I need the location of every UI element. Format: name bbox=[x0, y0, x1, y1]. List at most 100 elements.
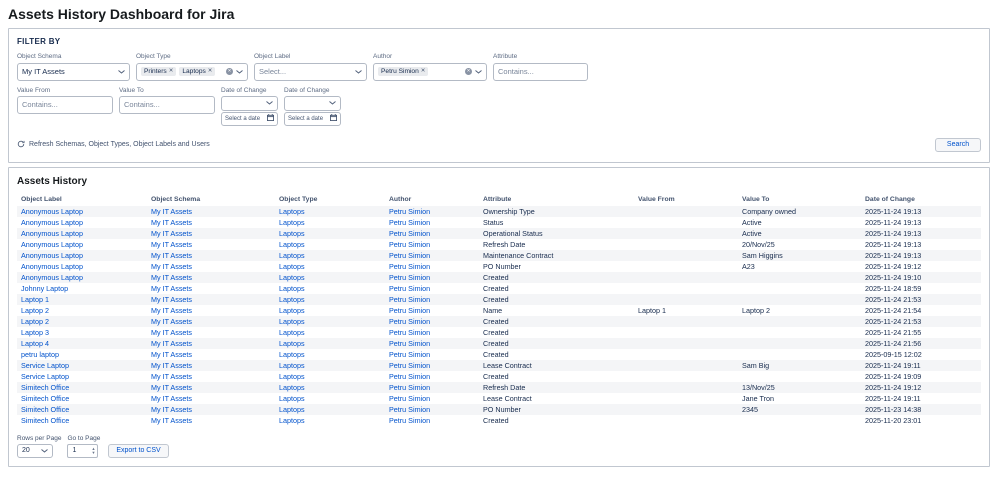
number-spinner[interactable]: ▲▼ bbox=[91, 447, 95, 454]
object-schema-link[interactable]: My IT Assets bbox=[151, 251, 192, 260]
object-label-select[interactable]: Select... bbox=[254, 63, 367, 81]
export-csv-button[interactable]: Export to CSV bbox=[108, 444, 168, 458]
object-schema-link[interactable]: My IT Assets bbox=[151, 273, 192, 282]
object-label-link[interactable]: Anonymous Laptop bbox=[21, 240, 83, 249]
object-label-link[interactable]: Simitech Office bbox=[21, 394, 69, 403]
author-link[interactable]: Petru Simion bbox=[389, 284, 430, 293]
object-schema-link[interactable]: My IT Assets bbox=[151, 416, 192, 425]
object-schema-select[interactable]: My IT Assets bbox=[17, 63, 130, 81]
object-label-link[interactable]: Laptop 2 bbox=[21, 317, 49, 326]
object-label-link[interactable]: Simitech Office bbox=[21, 416, 69, 425]
object-type-link[interactable]: Laptops bbox=[279, 207, 305, 216]
author-multiselect[interactable]: Petru Simion ✕ ✕ bbox=[373, 63, 487, 81]
object-type-link[interactable]: Laptops bbox=[279, 383, 305, 392]
clear-all-icon[interactable]: ✕ bbox=[465, 68, 472, 75]
object-schema-link[interactable]: My IT Assets bbox=[151, 350, 192, 359]
author-link[interactable]: Petru Simion bbox=[389, 273, 430, 282]
object-schema-link[interactable]: My IT Assets bbox=[151, 262, 192, 271]
rows-per-page-select[interactable]: 20 bbox=[17, 444, 53, 458]
object-type-multiselect[interactable]: Printers ✕ Laptops ✕ ✕ bbox=[136, 63, 248, 81]
object-schema-link[interactable]: My IT Assets bbox=[151, 394, 192, 403]
object-schema-link[interactable]: My IT Assets bbox=[151, 405, 192, 414]
author-link[interactable]: Petru Simion bbox=[389, 372, 430, 381]
object-type-link[interactable]: Laptops bbox=[279, 361, 305, 370]
refresh-link[interactable]: Refresh Schemas, Object Types, Object La… bbox=[17, 140, 210, 150]
object-schema-link[interactable]: My IT Assets bbox=[151, 284, 192, 293]
author-link[interactable]: Petru Simion bbox=[389, 361, 430, 370]
author-link[interactable]: Petru Simion bbox=[389, 207, 430, 216]
object-label-link[interactable]: Simitech Office bbox=[21, 383, 69, 392]
object-type-link[interactable]: Laptops bbox=[279, 405, 305, 414]
object-label-link[interactable]: Anonymous Laptop bbox=[21, 251, 83, 260]
object-schema-link[interactable]: My IT Assets bbox=[151, 207, 192, 216]
object-type-link[interactable]: Laptops bbox=[279, 240, 305, 249]
author-link[interactable]: Petru Simion bbox=[389, 229, 430, 238]
object-label-link[interactable]: Laptop 2 bbox=[21, 306, 49, 315]
object-type-link[interactable]: Laptops bbox=[279, 273, 305, 282]
object-label-link[interactable]: Simitech Office bbox=[21, 405, 69, 414]
object-type-link[interactable]: Laptops bbox=[279, 394, 305, 403]
object-label-link[interactable]: Anonymous Laptop bbox=[21, 218, 83, 227]
object-label-link[interactable]: Laptop 1 bbox=[21, 295, 49, 304]
go-to-page-input[interactable] bbox=[72, 447, 90, 454]
object-schema-link[interactable]: My IT Assets bbox=[151, 218, 192, 227]
author-link[interactable]: Petru Simion bbox=[389, 317, 430, 326]
object-type-link[interactable]: Laptops bbox=[279, 284, 305, 293]
author-link[interactable]: Petru Simion bbox=[389, 218, 430, 227]
object-label-link[interactable]: petru laptop bbox=[21, 350, 59, 359]
object-label-link[interactable]: Service Laptop bbox=[21, 361, 69, 370]
object-schema-link[interactable]: My IT Assets bbox=[151, 240, 192, 249]
remove-tag-icon[interactable]: ✕ bbox=[169, 69, 174, 75]
object-schema-link[interactable]: My IT Assets bbox=[151, 306, 192, 315]
search-button[interactable]: Search bbox=[935, 138, 981, 152]
value-from-input[interactable] bbox=[17, 96, 113, 114]
object-schema-link[interactable]: My IT Assets bbox=[151, 317, 192, 326]
object-schema-link[interactable]: My IT Assets bbox=[151, 372, 192, 381]
object-type-link[interactable]: Laptops bbox=[279, 295, 305, 304]
clear-all-icon[interactable]: ✕ bbox=[226, 68, 233, 75]
author-link[interactable]: Petru Simion bbox=[389, 328, 430, 337]
author-link[interactable]: Petru Simion bbox=[389, 350, 430, 359]
author-link[interactable]: Petru Simion bbox=[389, 416, 430, 425]
date-from-operator-select[interactable] bbox=[221, 96, 278, 111]
author-link[interactable]: Petru Simion bbox=[389, 306, 430, 315]
attribute-input[interactable] bbox=[493, 63, 588, 81]
value-to-input[interactable] bbox=[119, 96, 215, 114]
object-type-link[interactable]: Laptops bbox=[279, 350, 305, 359]
object-schema-link[interactable]: My IT Assets bbox=[151, 328, 192, 337]
object-type-link[interactable]: Laptops bbox=[279, 416, 305, 425]
object-type-link[interactable]: Laptops bbox=[279, 317, 305, 326]
object-type-link[interactable]: Laptops bbox=[279, 262, 305, 271]
object-label-link[interactable]: Laptop 4 bbox=[21, 339, 49, 348]
object-type-link[interactable]: Laptops bbox=[279, 218, 305, 227]
object-schema-link[interactable]: My IT Assets bbox=[151, 339, 192, 348]
author-link[interactable]: Petru Simion bbox=[389, 295, 430, 304]
object-label-link[interactable]: Anonymous Laptop bbox=[21, 207, 83, 216]
object-schema-link[interactable]: My IT Assets bbox=[151, 361, 192, 370]
object-schema-link[interactable]: My IT Assets bbox=[151, 383, 192, 392]
remove-tag-icon[interactable]: ✕ bbox=[208, 69, 213, 75]
object-type-link[interactable]: Laptops bbox=[279, 229, 305, 238]
author-link[interactable]: Petru Simion bbox=[389, 262, 430, 271]
author-link[interactable]: Petru Simion bbox=[389, 394, 430, 403]
object-label-link[interactable]: Johnny Laptop bbox=[21, 284, 68, 293]
date-to-picker[interactable]: Select a date bbox=[284, 112, 341, 126]
object-label-link[interactable]: Anonymous Laptop bbox=[21, 273, 83, 282]
object-label-link[interactable]: Anonymous Laptop bbox=[21, 262, 83, 271]
date-to-operator-select[interactable] bbox=[284, 96, 341, 111]
object-label-link[interactable]: Laptop 3 bbox=[21, 328, 49, 337]
object-label-link[interactable]: Anonymous Laptop bbox=[21, 229, 83, 238]
object-type-link[interactable]: Laptops bbox=[279, 251, 305, 260]
object-type-link[interactable]: Laptops bbox=[279, 339, 305, 348]
date-from-picker[interactable]: Select a date bbox=[221, 112, 278, 126]
remove-tag-icon[interactable]: ✕ bbox=[421, 69, 426, 75]
author-link[interactable]: Petru Simion bbox=[389, 339, 430, 348]
author-link[interactable]: Petru Simion bbox=[389, 405, 430, 414]
object-type-link[interactable]: Laptops bbox=[279, 306, 305, 315]
object-schema-link[interactable]: My IT Assets bbox=[151, 229, 192, 238]
object-type-link[interactable]: Laptops bbox=[279, 328, 305, 337]
spin-down-icon[interactable]: ▼ bbox=[91, 451, 95, 455]
author-link[interactable]: Petru Simion bbox=[389, 251, 430, 260]
object-schema-link[interactable]: My IT Assets bbox=[151, 295, 192, 304]
object-type-link[interactable]: Laptops bbox=[279, 372, 305, 381]
